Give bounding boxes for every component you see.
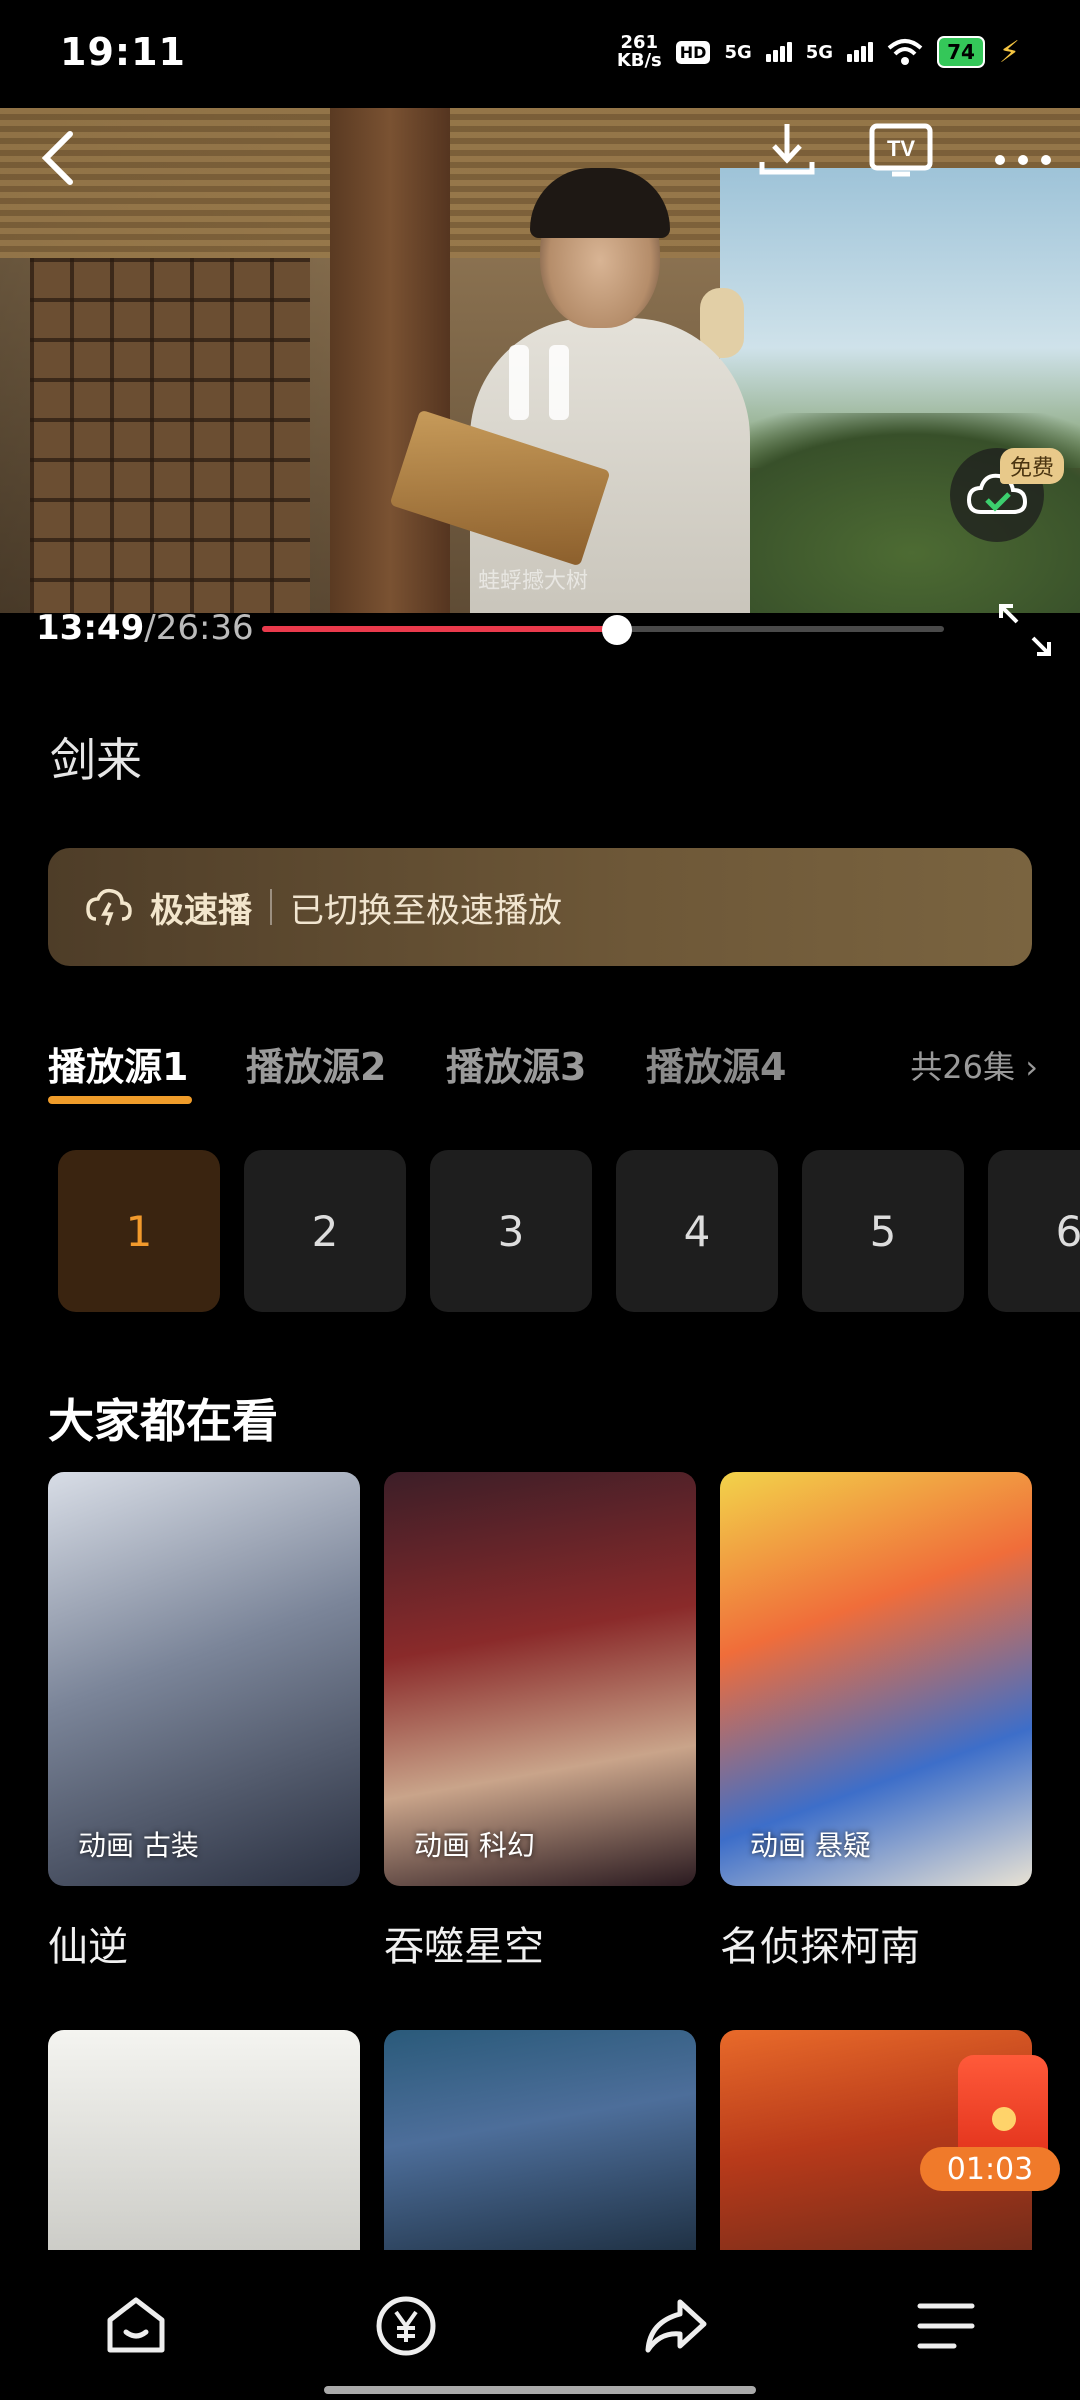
reward-timer: 01:03 (920, 2147, 1060, 2191)
tab-source-2[interactable]: 播放源2 (246, 1036, 386, 1091)
progress-track[interactable] (262, 615, 944, 645)
total-time: /26:36 (144, 608, 254, 648)
source-tabs: 播放源1 播放源2 播放源3 播放源4 共26集 › (48, 1030, 1038, 1120)
nav-menu-button[interactable] (906, 2286, 986, 2366)
hd-icon: HD (675, 40, 711, 64)
network-5g-label-1: 5G (724, 41, 752, 63)
home-icon (107, 2297, 165, 2353)
charging-icon: ⚡ (998, 34, 1020, 70)
recommendation-card[interactable]: 动画 古装 仙逆 (48, 1472, 360, 1972)
poster-tag: 动画 悬疑 (750, 1829, 871, 1862)
card-title: 吞噬星空 (384, 1924, 544, 1970)
poster-tag: 动画 古装 (78, 1829, 199, 1862)
status-time: 19:11 (60, 30, 186, 74)
home-indicator[interactable] (324, 2386, 756, 2394)
fullscreen-icon (999, 604, 1051, 656)
episode-button[interactable]: 4 (616, 1150, 778, 1312)
cast-tv-button[interactable]: TV (866, 116, 936, 186)
signal-icon (847, 42, 874, 62)
tab-source-1[interactable]: 播放源1 (48, 1036, 188, 1091)
divider (270, 889, 272, 925)
fullscreen-button[interactable] (995, 600, 1055, 660)
speed-play-label: 极速播 (150, 890, 252, 931)
coin-icon (992, 2107, 1016, 2131)
progress-thumb[interactable] (601, 615, 632, 645)
video-watermark: 蛙蜉撼大树 (478, 569, 589, 594)
poster-image: 动画 古装 (48, 1472, 360, 1886)
free-badge: 免费 (1000, 448, 1065, 484)
episode-button[interactable]: 2 (244, 1150, 406, 1312)
show-title: 剑来 (50, 733, 142, 787)
episode-count-link[interactable]: 共26集 › (910, 1042, 1038, 1088)
recommendation-card[interactable]: 动画 悬疑 名侦探柯南 (720, 1472, 1032, 1972)
signal-icon (765, 42, 792, 62)
poster-image[interactable] (384, 2030, 696, 2250)
episode-button[interactable]: 3 (430, 1150, 592, 1312)
speed-play-message: 已切换至极速播放 (290, 890, 562, 931)
status-bar: 19:11 261 KB/s HD 5G 5G 74 ⚡ (0, 0, 1080, 108)
nav-home-button[interactable] (96, 2286, 176, 2366)
tab-source-3[interactable]: 播放源3 (446, 1036, 586, 1091)
poster-image: 动画 科幻 (384, 1472, 696, 1886)
tv-label: TV (887, 136, 915, 161)
back-button[interactable] (30, 120, 90, 190)
share-icon (645, 2299, 707, 2353)
pause-button[interactable] (505, 345, 575, 425)
cloud-lightning-icon (86, 888, 132, 926)
episode-button[interactable]: 5 (802, 1150, 964, 1312)
network-5g-label-2: 5G (805, 41, 834, 63)
poster-image[interactable] (48, 2030, 360, 2250)
download-button[interactable] (752, 114, 822, 184)
menu-icon (917, 2303, 975, 2349)
download-icon (759, 124, 815, 175)
nav-share-button[interactable] (636, 2286, 716, 2366)
player-top-controls: TV (0, 108, 1080, 198)
nav-coin-button[interactable] (366, 2286, 446, 2366)
status-icons: 261 KB/s HD 5G 5G 74 ⚡ (617, 34, 1020, 70)
progress-fill (262, 626, 617, 632)
network-speed: 261 KB/s (617, 34, 662, 70)
tab-source-4[interactable]: 播放源4 (646, 1036, 786, 1091)
section-heading-recommended: 大家都在看 (48, 1394, 278, 1448)
card-title: 名侦探柯南 (720, 1924, 920, 1970)
recommendation-card[interactable]: 动画 科幻 吞噬星空 (384, 1472, 696, 1972)
episode-button[interactable]: 6 (988, 1150, 1080, 1312)
poster-image: 动画 悬疑 (720, 1472, 1032, 1886)
more-options-button[interactable] (988, 120, 1058, 180)
poster-tag: 动画 科幻 (414, 1829, 535, 1862)
red-envelope-reward[interactable]: 01:03 (920, 2055, 1070, 2191)
network-speed-unit: KB/s (616, 50, 662, 71)
current-time: 13:49 (36, 608, 145, 648)
time-display: 13:49/26:36 (36, 608, 254, 648)
speed-play-banner[interactable]: 极速播 已切换至极速播放 (48, 848, 1032, 966)
active-tab-indicator (48, 1096, 192, 1104)
more-dots-icon (995, 155, 1051, 165)
tv-icon: TV (869, 123, 933, 177)
progress-row: 13:49/26:36 (0, 600, 1080, 660)
card-title: 仙逆 (48, 1924, 128, 1970)
chevron-left-icon (41, 131, 73, 185)
battery-icon: 74 (937, 36, 985, 68)
recommendation-row-partial (0, 2030, 1080, 2250)
episode-list: 1 2 3 4 5 6 (58, 1150, 1080, 1315)
yen-coin-icon (376, 2296, 436, 2356)
episode-button[interactable]: 1 (58, 1150, 220, 1312)
wifi-icon (887, 39, 923, 65)
bottom-nav (0, 2250, 1080, 2400)
